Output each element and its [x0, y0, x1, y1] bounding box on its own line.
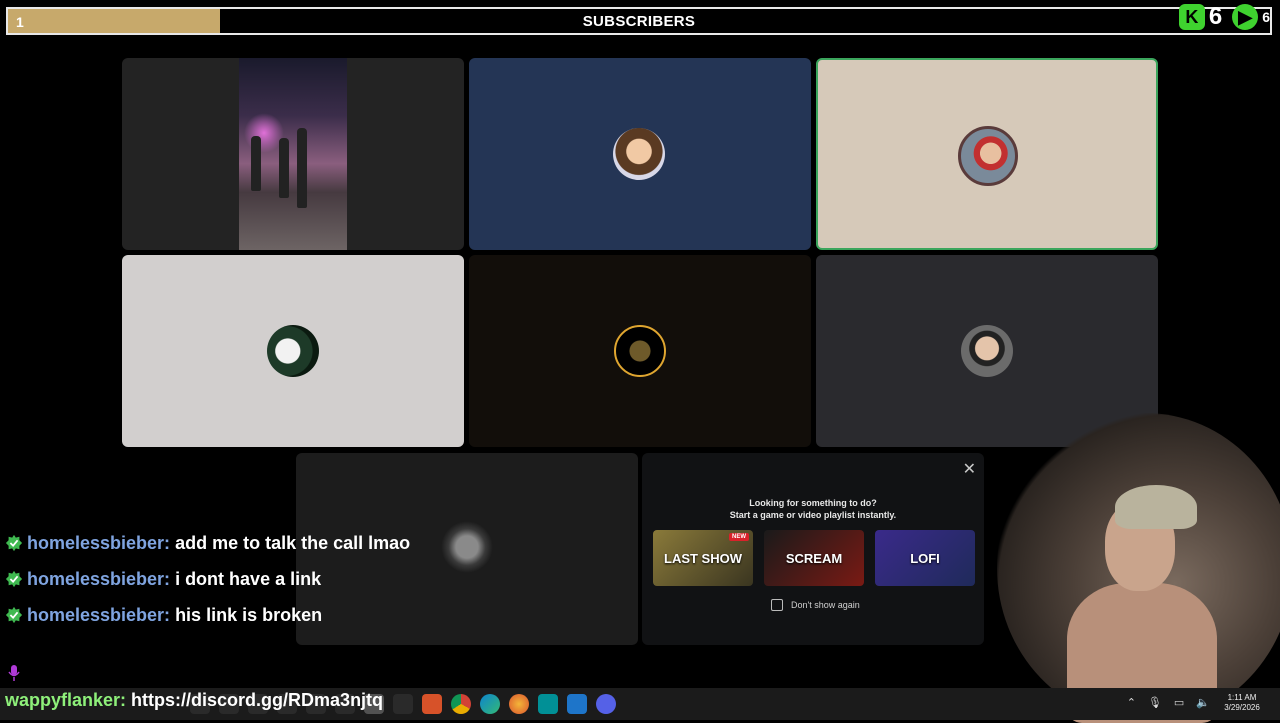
vscode-icon[interactable] [567, 694, 587, 714]
chat-message: homelessbieber: i dont have a link [5, 566, 425, 592]
taskbar-clock[interactable]: 1:11 AM 3/29/2026 [1212, 693, 1272, 713]
participant-avatar [958, 126, 1018, 186]
taskbar-app-icon[interactable] [393, 694, 413, 714]
chat-text: his link is broken [170, 605, 323, 625]
participant-tile-gold-logo[interactable] [469, 255, 811, 447]
chat-username: homelessbieber: [27, 533, 171, 553]
chat-username: wappyflanker: [5, 690, 127, 710]
activity-games: LAST SHOW NEW SCREAM LOFI [653, 530, 975, 586]
system-tray: ⌃ 🎙 ▭ 🔈 [1127, 696, 1210, 709]
activity-launcher-card: ✕ Looking for something to do? Start a g… [642, 453, 984, 645]
participant-video-feed [239, 58, 347, 250]
dont-show-checkbox[interactable] [771, 599, 783, 611]
participant-avatar [613, 128, 665, 180]
verified-badge-icon [5, 570, 23, 588]
clock-time: 1:11 AM [1227, 693, 1257, 702]
network-icon[interactable]: ▭ [1174, 696, 1184, 709]
discord-icon[interactable] [596, 694, 616, 714]
edge-icon[interactable] [480, 694, 500, 714]
activity-scream[interactable]: SCREAM [764, 530, 864, 586]
activity-heading: Looking for something to do? Start a gam… [642, 497, 984, 521]
subscriber-bar-title: SUBSCRIBERS [582, 13, 696, 30]
kick-viewer-count: 6 [1208, 3, 1223, 30]
dont-show-again[interactable]: Don't show again [771, 599, 860, 611]
chat-username: homelessbieber: [27, 569, 171, 589]
chat-overlay: homelessbieber: add me to talk the call … [5, 530, 425, 638]
chat-text: add me to talk the call lmao [170, 533, 411, 553]
rumble-viewer-count: 6 [1262, 9, 1270, 25]
chevron-up-icon[interactable]: ⌃ [1127, 696, 1136, 709]
chat-text: i dont have a link [170, 569, 322, 589]
participant-avatar [267, 325, 319, 377]
chat-message: homelessbieber: his link is broken [5, 602, 425, 628]
verified-badge-icon [5, 534, 23, 552]
game-label: LAST SHOW [664, 550, 742, 566]
activity-heading-line1: Looking for something to do? [749, 498, 877, 508]
participant-avatar [961, 325, 1013, 377]
kick-icon: K [1178, 4, 1205, 30]
participant-tile-austin[interactable] [469, 58, 811, 250]
chat-overlay-latest: wappyflanker: https://discord.gg/RDma3nj… [5, 690, 383, 711]
chrome-icon[interactable] [451, 694, 471, 714]
chat-message: homelessbieber: add me to talk the call … [5, 530, 425, 556]
game-label: SCREAM [785, 550, 843, 566]
participant-tile-mario[interactable] [816, 58, 1158, 250]
firefox-icon[interactable] [509, 694, 529, 714]
activity-last-show[interactable]: LAST SHOW NEW [653, 530, 753, 586]
dont-show-label: Don't show again [791, 600, 860, 610]
mic-icon [8, 665, 20, 681]
participant-avatar [441, 521, 493, 573]
subscriber-goal-bar: 1 SUBSCRIBERS [6, 7, 1272, 35]
close-icon[interactable]: ✕ [963, 459, 976, 479]
activity-lofi[interactable]: LOFI [875, 530, 975, 586]
clock-date: 3/29/2026 [1224, 703, 1260, 712]
rumble-icon: ▶ [1232, 4, 1259, 30]
game-label: LOFI [910, 550, 940, 566]
volume-icon[interactable]: 🔈 [1196, 696, 1210, 709]
app-icon[interactable] [538, 694, 558, 714]
participant-tile-video[interactable] [122, 58, 464, 250]
streamer-webcam [997, 413, 1280, 723]
chat-username: homelessbieber: [27, 605, 171, 625]
new-badge: NEW [729, 533, 749, 541]
brave-icon[interactable] [422, 694, 442, 714]
verified-badge-icon [5, 606, 23, 624]
chat-text: https://discord.gg/RDma3njtq [126, 690, 384, 710]
mic-tray-icon[interactable]: 🎙 [1148, 696, 1162, 709]
activity-heading-line2: Start a game or video playlist instantly… [729, 510, 897, 520]
participant-tile-joker[interactable] [122, 255, 464, 447]
participant-avatar [614, 325, 666, 377]
platform-counters: K 6 ▶ 6 [1178, 3, 1270, 31]
